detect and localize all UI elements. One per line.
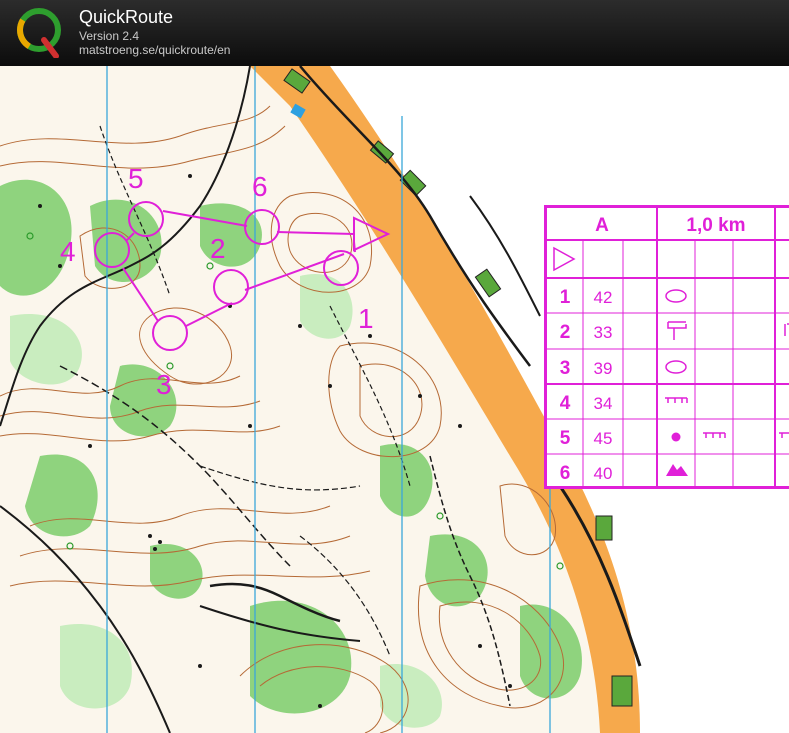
orienteering-map[interactable]: 1 2 3 4 5 6 A 1,0 km 1 2 3 4 5 6 42 33 3… xyxy=(0,66,789,733)
cliff-icon xyxy=(665,397,688,403)
control-number-6: 6 xyxy=(252,171,268,202)
course-length: 1,0 km xyxy=(686,215,745,236)
app-url-link[interactable]: matstroeng.se/quickroute/en xyxy=(79,43,230,57)
cliff-icon xyxy=(779,432,789,438)
description-grid: A 1,0 km 1 2 3 4 5 6 42 33 39 34 45 40 xyxy=(547,208,789,486)
control-description-sheet: A 1,0 km 1 2 3 4 5 6 42 33 39 34 45 40 xyxy=(544,205,789,489)
cliff-icon xyxy=(703,432,726,438)
dot-icon xyxy=(671,432,681,442)
control-number-5: 5 xyxy=(128,163,144,194)
oval-icon xyxy=(665,289,687,303)
app-title: QuickRoute xyxy=(79,7,174,27)
row-code: 34 xyxy=(594,394,613,413)
control-number-3: 3 xyxy=(156,369,172,400)
row-number: 5 xyxy=(560,428,571,449)
row-code: 39 xyxy=(594,359,613,378)
mountain-icon xyxy=(666,464,688,476)
row-number: 6 xyxy=(560,463,571,484)
control-number-2: 2 xyxy=(210,233,226,264)
row-code: 33 xyxy=(594,323,613,342)
row-number: 1 xyxy=(560,287,571,308)
row-code: 40 xyxy=(594,464,613,483)
row-number: 3 xyxy=(560,358,571,379)
partial-symbol-icon xyxy=(784,323,789,336)
app-version: Version 2.4 xyxy=(79,29,140,43)
control-number-1: 1 xyxy=(358,303,374,334)
row-number: 4 xyxy=(560,393,571,414)
course-name: A xyxy=(595,215,609,236)
start-triangle-icon xyxy=(553,246,576,272)
control-number-4: 4 xyxy=(60,236,76,267)
tee-icon xyxy=(667,321,687,340)
quickroute-logo xyxy=(17,8,61,58)
oval-icon xyxy=(665,360,687,374)
row-number: 2 xyxy=(560,322,571,343)
row-code: 42 xyxy=(594,288,613,307)
row-code: 45 xyxy=(594,429,613,448)
app-header: QuickRoute Version 2.4 matstroeng.se/qui… xyxy=(0,0,789,66)
